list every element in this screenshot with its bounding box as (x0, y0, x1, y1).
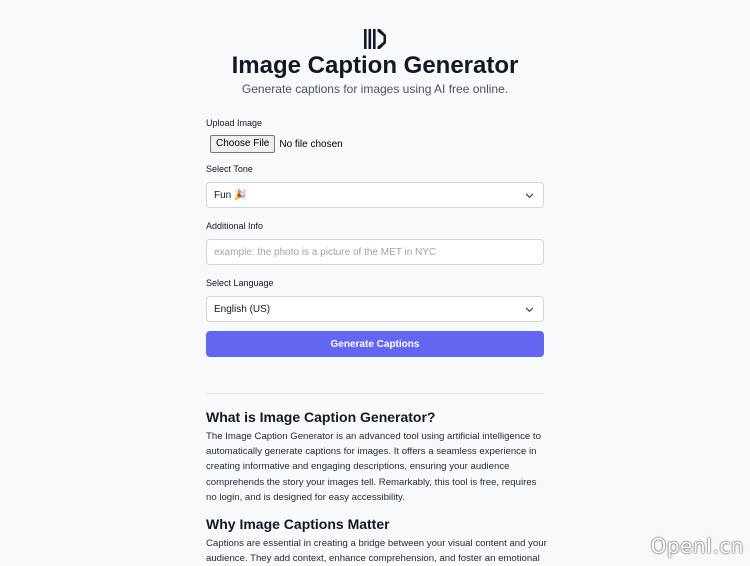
tone-value: Fun 🎉 (214, 189, 247, 201)
language-label: Select Language (206, 278, 274, 288)
watermark: OpenI.cn (650, 534, 744, 558)
generate-captions-button[interactable]: Generate Captions (206, 331, 544, 357)
chevron-down-icon (525, 193, 534, 198)
file-upload: Choose File No file chosen (210, 135, 544, 153)
upload-label: Upload Image (206, 118, 263, 128)
page-subtitle: Generate captions for images using AI fr… (241, 82, 509, 96)
page-title: Image Caption Generator (231, 52, 519, 79)
caption-form: Upload Image Choose File No file chosen … (206, 117, 544, 357)
additional-info-input[interactable]: example: the photo is a picture of the M… (206, 239, 544, 265)
article-heading-what: What is Image Caption Generator? (206, 409, 436, 425)
info-label: Additional Info (206, 221, 264, 231)
language-value: English (US) (214, 303, 271, 315)
chevron-down-icon (525, 307, 534, 312)
file-status: No file chosen (279, 138, 343, 150)
article: What is Image Caption Generator? The Ima… (206, 408, 548, 566)
info-placeholder: example: the photo is a picture of the M… (214, 246, 437, 258)
logo-icon (364, 29, 386, 49)
language-select[interactable]: English (US) (206, 296, 544, 322)
tone-select[interactable]: Fun 🎉 (206, 182, 544, 208)
section-divider (206, 393, 544, 394)
article-paragraph-what: The Image Caption Generator is an advanc… (206, 431, 541, 503)
tone-label: Select Tone (206, 164, 253, 174)
choose-file-button[interactable]: Choose File (210, 135, 276, 153)
article-heading-why: Why Image Captions Matter (206, 516, 390, 533)
